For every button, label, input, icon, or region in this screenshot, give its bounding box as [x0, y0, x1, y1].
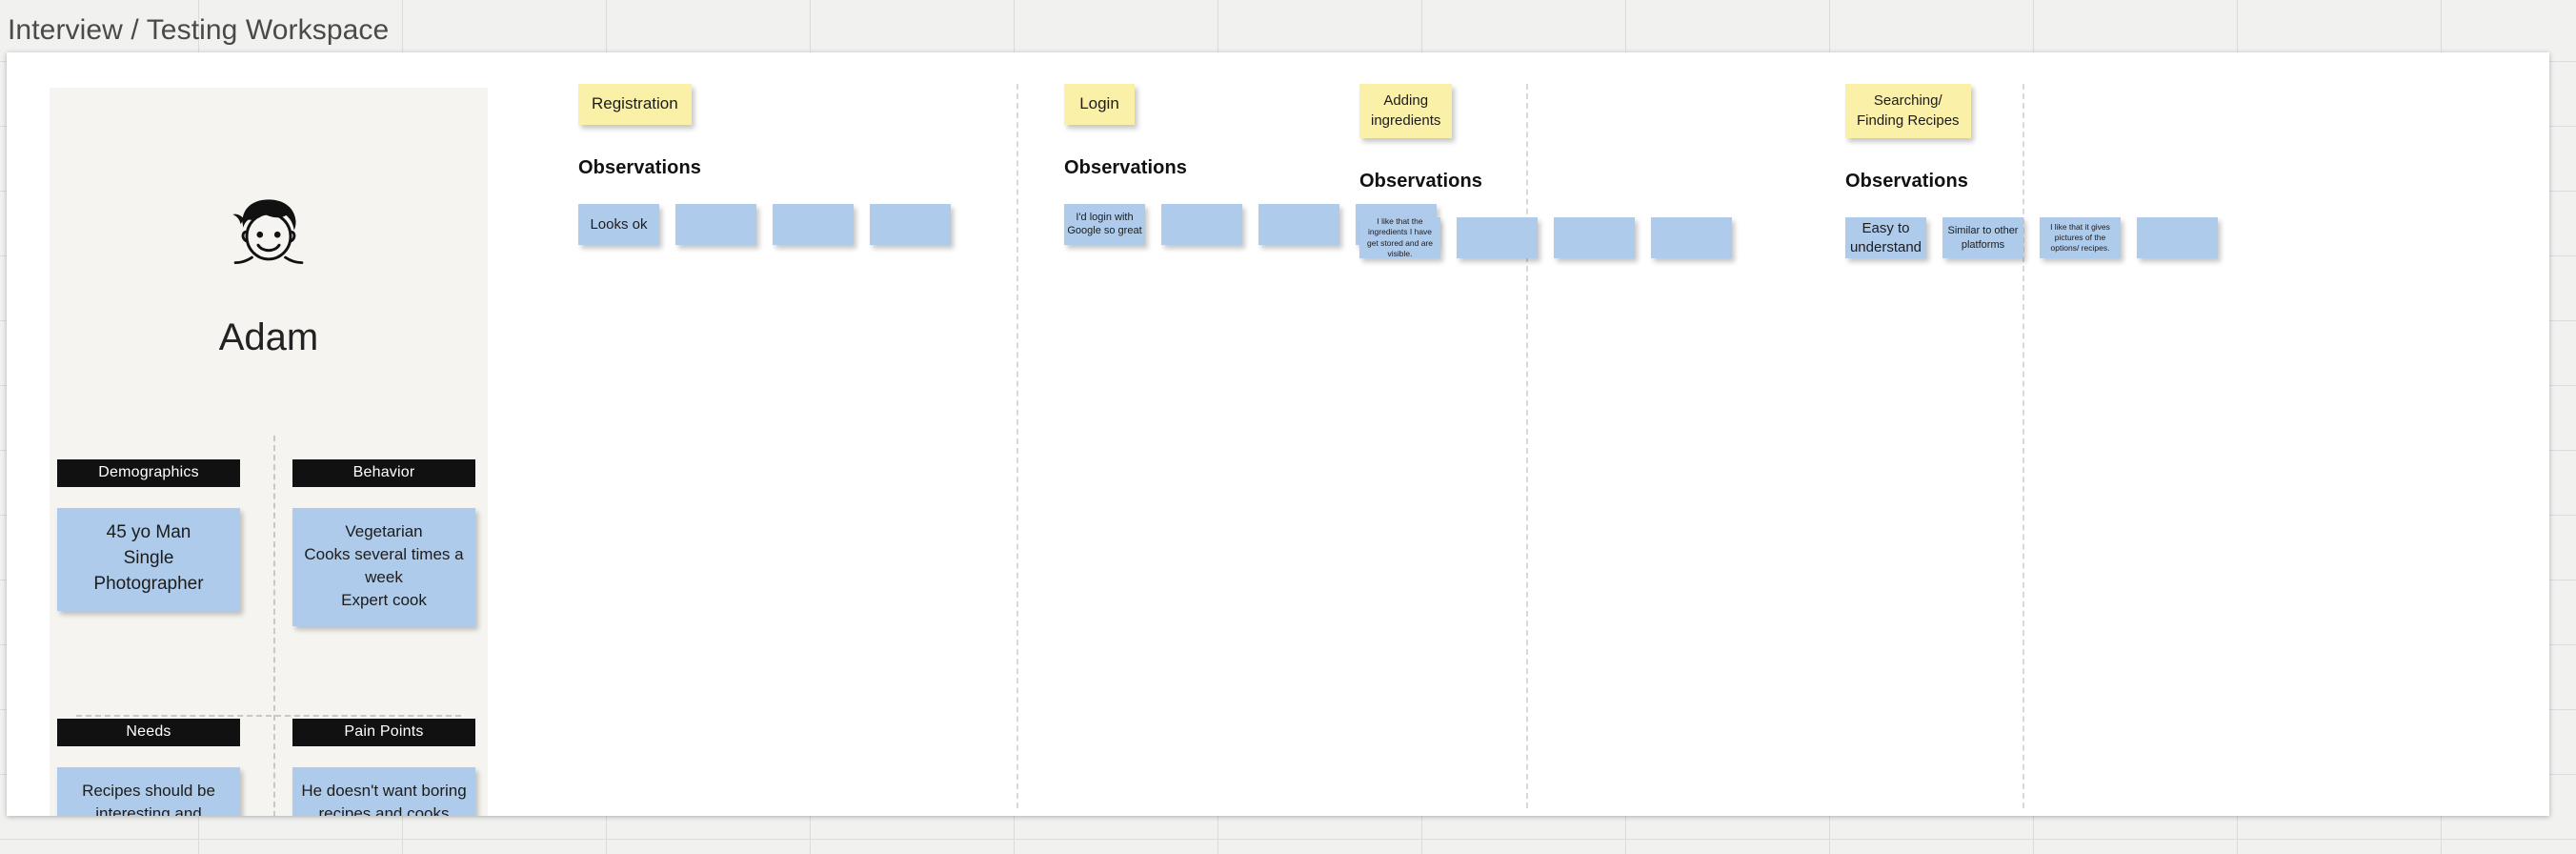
observation-note[interactable]: Similar to other platforms: [1942, 217, 2023, 258]
observation-note[interactable]: I like that the ingredients I have get s…: [1359, 216, 1440, 258]
observation-column-searching-finding-recipes[interactable]: Searching/ Finding Recipes Observations …: [1845, 84, 2303, 258]
observation-note-empty[interactable]: [1457, 217, 1538, 258]
sticky-note-demographics[interactable]: 45 yo Man Single Photographer: [57, 508, 240, 611]
topic-sticky-note-registration[interactable]: Registration: [578, 84, 692, 125]
cartoon-face-avatar-icon: [225, 193, 312, 285]
observation-note-empty[interactable]: [773, 203, 854, 245]
observation-note-empty[interactable]: [1161, 203, 1242, 245]
observation-note-empty[interactable]: [1258, 203, 1339, 245]
persona-card[interactable]: Adam Demographics 45 yo Man Single Photo…: [50, 88, 488, 816]
persona-horizontal-divider: [76, 715, 461, 717]
observation-note-list: I like that the ingredients I have get s…: [1359, 216, 1817, 258]
observation-note[interactable]: I'd login with Google so great: [1064, 203, 1145, 245]
quadrant-header-pain-points: Pain Points: [292, 719, 475, 746]
observation-note-empty[interactable]: [870, 203, 951, 245]
avatar: [50, 193, 488, 285]
persona-vertical-divider: [273, 436, 275, 816]
observation-column-adding-ingredients[interactable]: Adding ingredients Observations I like t…: [1359, 84, 1817, 258]
sticky-note-behavior[interactable]: Vegetarian Cooks several times a week Ex…: [292, 508, 475, 626]
observation-note-list: Easy to understand Similar to other plat…: [1845, 217, 2303, 258]
observations-heading: Observations: [578, 156, 702, 178]
observation-note-empty[interactable]: [1554, 217, 1635, 258]
persona-quadrant-behavior[interactable]: Behavior Vegetarian Cooks several times …: [292, 459, 475, 626]
workspace-title: Interview / Testing Workspace: [8, 14, 390, 46]
observation-note-empty[interactable]: [1651, 217, 1732, 258]
observations-heading: Observations: [1359, 171, 1483, 192]
quadrant-header-behavior: Behavior: [292, 459, 475, 487]
slide-canvas[interactable]: Adam Demographics 45 yo Man Single Photo…: [7, 52, 2549, 816]
observation-column-registration[interactable]: Registration Observations Looks ok: [578, 84, 1036, 245]
topic-sticky-note-adding-ingredients[interactable]: Adding ingredients: [1359, 84, 1453, 138]
sticky-note-needs[interactable]: Recipes should be interesting and vegeta…: [57, 767, 240, 816]
persona-quadrant-pain-points[interactable]: Pain Points He doesn't want boring recip…: [292, 719, 475, 816]
observation-note[interactable]: Looks ok: [578, 203, 659, 245]
topic-sticky-note-searching-finding-recipes[interactable]: Searching/ Finding Recipes: [1845, 84, 1971, 138]
sticky-note-pain-points[interactable]: He doesn't want boring recipes and cooks…: [292, 767, 475, 816]
observation-note-empty[interactable]: [675, 203, 756, 245]
persona-quadrant-needs[interactable]: Needs Recipes should be interesting and …: [57, 719, 240, 816]
observation-note[interactable]: I like that it gives pictures of the opt…: [2040, 217, 2121, 258]
observation-note[interactable]: Easy to understand: [1845, 217, 1926, 258]
quadrant-header-demographics: Demographics: [57, 459, 240, 487]
observation-note-list: Looks ok: [578, 203, 1036, 245]
quadrant-header-needs: Needs: [57, 719, 240, 746]
observations-heading: Observations: [1845, 171, 1969, 192]
page-title: Adam: [218, 316, 319, 358]
persona-quadrant-demographics[interactable]: Demographics 45 yo Man Single Photograph…: [57, 459, 240, 611]
topic-sticky-note-login[interactable]: Login: [1064, 84, 1135, 125]
observation-note-empty[interactable]: [2137, 217, 2218, 258]
